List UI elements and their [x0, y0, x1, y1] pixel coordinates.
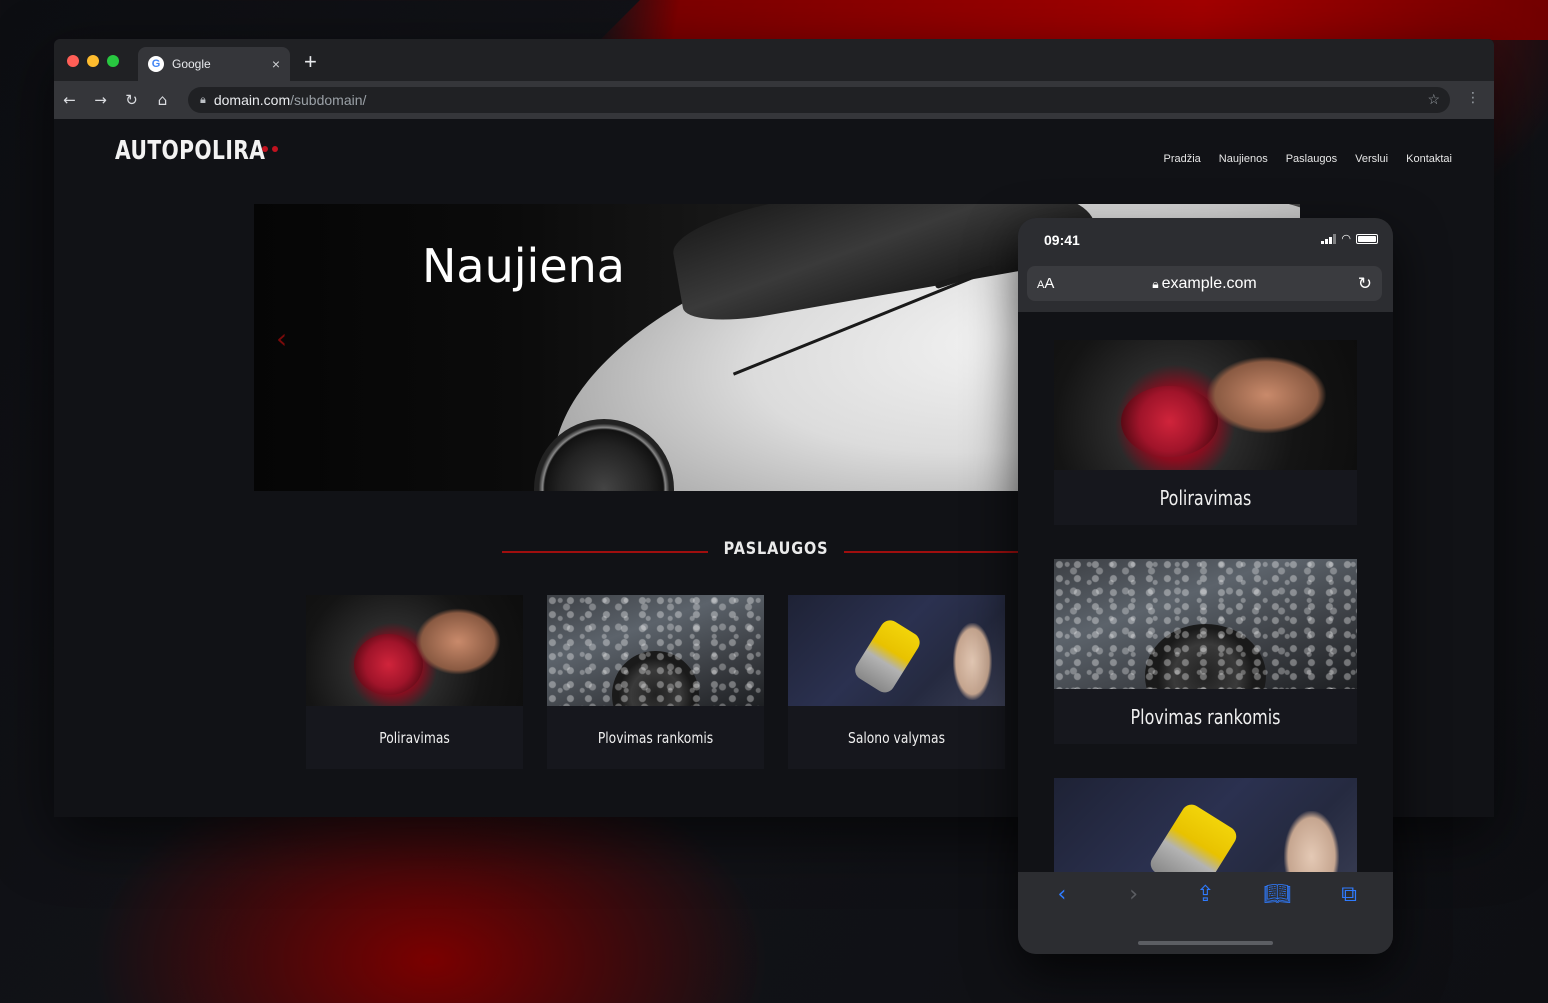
phone-card-label: Plovimas rankomis [1130, 704, 1281, 729]
safari-bottom-toolbar: ‹ › ⇪ 📖︎ ⧉ [1018, 872, 1393, 954]
back-chevron-icon[interactable]: ‹ [1042, 882, 1082, 907]
interior-cleaning-image [1054, 778, 1357, 872]
browser-tab[interactable]: G Google × [138, 47, 290, 81]
url-host: domain.com [213, 92, 291, 108]
phone-service-card-poliravimas[interactable]: Poliravimas [1054, 340, 1357, 525]
bookmark-star-icon[interactable]: ☆ [1427, 91, 1440, 108]
services-grid: Poliravimas Plovimas rankomis Salono val… [306, 595, 1005, 769]
minimize-window-button[interactable] [87, 55, 99, 67]
nav-link-kontaktai[interactable]: Kontaktai [1406, 153, 1452, 165]
service-card-plovimas[interactable]: Plovimas rankomis [547, 595, 764, 769]
lock-icon: 🔒︎ [200, 93, 206, 106]
wifi-icon: ◠ [1341, 232, 1351, 245]
phone-card-label: Poliravimas [1159, 485, 1252, 510]
back-arrow-icon[interactable]: ← [54, 91, 85, 109]
battery-icon [1356, 234, 1378, 244]
phone-page-content: Poliravimas Plovimas rankomis [1018, 312, 1393, 872]
hand-wash-image [547, 595, 764, 706]
slider-prev-chevron-icon[interactable]: ‹ [276, 322, 287, 355]
home-icon[interactable]: ⌂ [147, 91, 178, 109]
section-title: PASLAUGOS [723, 539, 829, 559]
site-logo[interactable]: AUTOPOLIRA [115, 136, 265, 166]
status-time: 09:41 [1044, 232, 1080, 248]
status-icons: ◠ [1321, 232, 1378, 245]
lock-icon: 🔒︎ [1152, 276, 1159, 291]
forward-arrow-icon[interactable]: → [85, 91, 116, 109]
service-card-poliravimas[interactable]: Poliravimas [306, 595, 523, 769]
url-path: /subdomain/ [290, 92, 367, 108]
forward-chevron-icon[interactable]: › [1114, 882, 1154, 907]
tabs-icon[interactable]: ⧉ [1329, 882, 1369, 907]
tab-close-icon[interactable]: × [272, 56, 280, 72]
service-card-salono[interactable]: Salono valymas [788, 595, 1005, 769]
maximize-window-button[interactable] [107, 55, 119, 67]
phone-url: 🔒︎ example.com [1152, 275, 1257, 293]
main-navigation: Pradžia Naujienos Paslaugos Verslui Kont… [1164, 153, 1453, 165]
background-red-stripe [600, 0, 1548, 40]
reader-text-size-button[interactable]: AA [1037, 275, 1054, 292]
nav-link-naujienos[interactable]: Naujienos [1219, 153, 1268, 165]
nav-link-pradzia[interactable]: Pradžia [1164, 153, 1201, 165]
nav-link-paslaugos[interactable]: Paslaugos [1286, 153, 1337, 165]
logo-dots-icon [262, 146, 278, 152]
service-card-label: Plovimas rankomis [597, 728, 714, 747]
service-card-label: Poliravimas [379, 728, 450, 747]
signal-icon [1321, 234, 1337, 244]
hand-wash-image [1054, 559, 1357, 689]
hero-title: Naujiena [422, 239, 625, 293]
new-tab-button[interactable]: + [304, 51, 317, 73]
address-bar[interactable]: 🔒︎ domain.com/subdomain/ ☆ [188, 87, 1450, 113]
phone-mockup: 09:41 ◠ AA 🔒︎ example.com ↻ Poliravimas P… [1018, 218, 1393, 954]
reload-icon[interactable]: ↻ [116, 91, 147, 109]
nav-link-verslui[interactable]: Verslui [1355, 153, 1388, 165]
tab-title: Google [172, 57, 211, 71]
reload-icon[interactable]: ↻ [1358, 274, 1372, 294]
google-favicon-icon: G [148, 56, 164, 72]
share-icon[interactable]: ⇪ [1185, 882, 1225, 907]
close-window-button[interactable] [67, 55, 79, 67]
browser-menu-icon[interactable]: ⋮ [1466, 90, 1480, 106]
phone-top-bar: 09:41 ◠ AA 🔒︎ example.com ↻ [1018, 218, 1393, 312]
browser-toolbar: ← → ↻ ⌂ 🔒︎ domain.com/subdomain/ ☆ ⋮ [54, 81, 1494, 119]
window-controls [67, 55, 119, 67]
polishing-image [306, 595, 523, 706]
service-card-label: Salono valymas [848, 728, 945, 747]
phone-service-card-plovimas[interactable]: Plovimas rankomis [1054, 559, 1357, 744]
phone-address-bar[interactable]: AA 🔒︎ example.com ↻ [1027, 266, 1382, 301]
heading-divider-left [502, 551, 708, 553]
polishing-image [1054, 340, 1357, 470]
tab-bar: G Google × + [54, 39, 1494, 81]
phone-service-card-salono[interactable] [1054, 778, 1357, 872]
home-indicator [1138, 941, 1273, 945]
phone-url-text: example.com [1161, 274, 1257, 292]
interior-cleaning-image [788, 595, 1005, 706]
bookmarks-icon[interactable]: 📖︎ [1257, 882, 1297, 907]
